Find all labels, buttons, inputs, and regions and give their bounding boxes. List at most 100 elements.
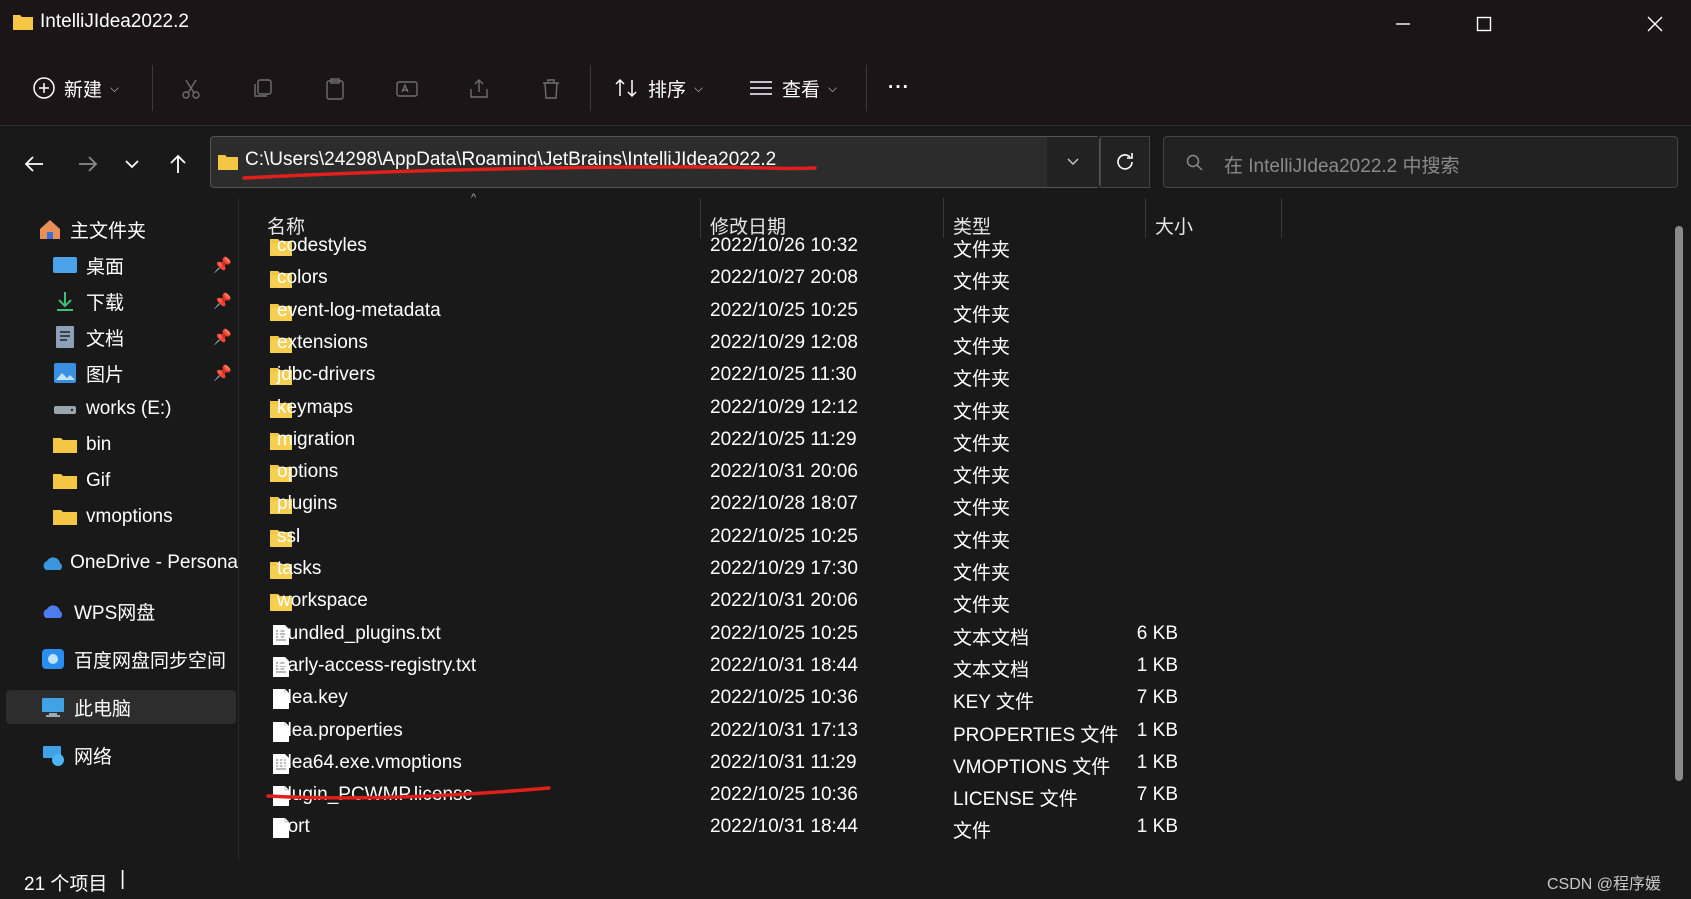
file-type: 文件夹 [953, 433, 1011, 455]
file-row[interactable]: tasks 2022/10/29 17:30 文件夹 [239, 554, 1269, 586]
close-button[interactable] [1627, 6, 1683, 42]
file-row[interactable]: keymaps 2022/10/29 12:12 文件夹 [239, 393, 1269, 425]
toolbar-separator [866, 65, 867, 111]
cut-button[interactable] [174, 72, 208, 106]
file-row[interactable]: migration 2022/10/25 11:29 文件夹 [239, 425, 1269, 457]
new-button[interactable]: 新建 ⌵ [32, 70, 119, 106]
file-row[interactable]: plugins 2022/10/28 18:07 文件夹 [239, 489, 1269, 521]
sidebar-item-label: 百度网盘同步空间 [74, 650, 227, 672]
sort-ascending-icon: ^ [471, 192, 477, 204]
file-date: 2022/10/31 11:29 [710, 751, 857, 773]
file-row[interactable]: idea.properties 2022/10/31 17:13 PROPERTIE… [239, 716, 1269, 748]
address-history-dropdown[interactable] [1047, 137, 1099, 187]
file-name: plugins [277, 493, 338, 515]
sidebar-item-label: OneDrive - Persona [70, 552, 238, 573]
rename-button[interactable] [390, 72, 424, 106]
column-divider[interactable] [1281, 198, 1282, 238]
minimize-icon [1396, 23, 1410, 25]
file-date: 2022/10/25 10:25 [710, 622, 858, 644]
file-type: 文件夹 [953, 498, 1011, 520]
toolbar-separator [152, 65, 153, 111]
trash-icon [543, 79, 559, 99]
annotation-underline [242, 165, 817, 180]
chevron-down-icon: ⌵ [828, 80, 838, 95]
more-options-icon: ··· [888, 77, 910, 98]
pin-icon: 📌 [213, 365, 232, 382]
minimize-button[interactable] [1375, 6, 1431, 42]
sidebar-item-gif[interactable]: Gif [52, 464, 232, 498]
sidebar-item-baidu[interactable]: 百度网盘同步空间 [40, 642, 230, 676]
file-date: 2022/10/29 17:30 [710, 558, 858, 579]
desktop-icon [53, 257, 77, 273]
file-date: 2022/10/25 10:36 [710, 687, 858, 709]
sidebar-item-wps[interactable]: WPS网盘 [40, 594, 230, 628]
file-row[interactable]: bundled_plugins.txt 2022/10/25 10:25 文本文档 6… [239, 619, 1269, 651]
file-row[interactable]: port 2022/10/31 18:44 文件 1 KB [239, 812, 1269, 844]
share-button[interactable] [462, 72, 496, 106]
file-size: 7 KB [1136, 784, 1178, 806]
refresh-button[interactable] [1100, 136, 1150, 188]
sidebar-item-downloads[interactable]: 下载 📌 [52, 284, 232, 318]
recent-locations-button[interactable] [114, 146, 150, 182]
search-input[interactable]: 在 IntelliJIdea2022.2 中搜索 [1163, 136, 1678, 188]
file-row[interactable]: jdbc-drivers 2022/10/25 11:30 文件夹 [239, 360, 1269, 392]
view-button[interactable]: 查看 ⌵ [748, 70, 837, 106]
navigation-pane: 主文件夹 桌面 📌 下载 📌 文档 📌 图片 📌 works (E:) bin … [0, 198, 239, 860]
sidebar-item-desktop[interactable]: 桌面 📌 [52, 248, 232, 282]
sort-icon [615, 78, 637, 98]
pin-icon: 📌 [213, 293, 232, 310]
file-row[interactable]: early-access-registry.txt 2022/10/31 18:4… [239, 651, 1269, 683]
more-button[interactable]: ··· [888, 70, 910, 106]
copy-button[interactable] [246, 72, 280, 106]
file-list: ^ 名称 修改日期 类型 大小 codestyles 2022/10/26 10:… [239, 192, 1669, 860]
sidebar-item-network[interactable]: 网络 [40, 738, 230, 772]
file-type: 文件夹 [953, 595, 1011, 617]
file-date: 2022/10/29 12:12 [710, 396, 858, 418]
file-row[interactable]: colors 2022/10/27 20:08 文件夹 [239, 263, 1269, 295]
home-icon [40, 220, 60, 239]
arrow-right-icon [79, 156, 98, 172]
vertical-scrollbar[interactable] [1670, 198, 1688, 860]
sidebar-item-label: 下载 [86, 292, 125, 314]
file-row[interactable]: event-log-metadata 2022/10/25 10:25 文件夹 [239, 296, 1269, 328]
sidebar-item-bin[interactable]: bin [52, 428, 232, 462]
file-row[interactable]: codestyles 2022/10/26 10:32 文件夹 [239, 231, 1269, 263]
scrollbar-thumb[interactable] [1675, 226, 1683, 781]
file-name: keymaps [277, 396, 354, 418]
file-row[interactable]: idea.key 2022/10/25 10:36 KEY 文件 7 KB [239, 683, 1269, 715]
toolbar-separator [590, 65, 591, 111]
download-icon [57, 292, 73, 311]
file-row[interactable]: idea64.exe.vmoptions 2022/10/31 11:29 VMOP… [239, 748, 1269, 780]
file-date: 2022/10/25 11:30 [710, 364, 857, 386]
paste-button[interactable] [318, 72, 352, 106]
chevron-down-icon [1067, 158, 1079, 165]
file-row[interactable]: options 2022/10/31 20:06 文件夹 [239, 457, 1269, 489]
delete-button[interactable] [534, 72, 568, 106]
maximize-button[interactable] [1456, 6, 1512, 42]
sort-button[interactable]: 排序 ⌵ [614, 70, 703, 106]
sidebar-item-onedrive[interactable]: OneDrive - Persona [40, 546, 238, 580]
file-date: 2022/10/28 18:07 [710, 493, 858, 515]
folder-icon [13, 15, 33, 30]
back-button[interactable] [16, 146, 52, 182]
file-row[interactable]: extensions 2022/10/29 12:08 文件夹 [239, 328, 1269, 360]
file-row[interactable]: workspace 2022/10/31 20:06 文件夹 [239, 586, 1269, 618]
up-button[interactable] [160, 146, 196, 182]
sidebar-item-vmoptions[interactable]: vmoptions [52, 500, 232, 534]
sidebar-item-label: WPS网盘 [74, 602, 156, 624]
file-date: 2022/10/25 11:29 [710, 428, 857, 450]
forward-button[interactable] [70, 146, 106, 182]
arrow-left-icon [24, 156, 43, 172]
sidebar-item-pictures[interactable]: 图片 📌 [52, 356, 232, 390]
search-icon [1186, 154, 1203, 171]
file-type: 文件夹 [953, 466, 1011, 488]
file-size: 1 KB [1136, 654, 1178, 676]
file-row[interactable]: ssl 2022/10/25 10:25 文件夹 [239, 522, 1269, 554]
new-label: 新建 [64, 79, 103, 101]
sidebar-item-this-pc[interactable]: 此电脑 [6, 690, 236, 724]
sidebar-item-works-drive[interactable]: works (E:) [52, 392, 232, 426]
sidebar-item-home[interactable]: 主文件夹 [38, 212, 228, 246]
file-date: 2022/10/25 10:36 [710, 784, 858, 806]
command-bar: 新建 ⌵ 排序 ⌵ 查看 ⌵ ··· [0, 50, 1691, 126]
sidebar-item-documents[interactable]: 文档 📌 [52, 320, 232, 354]
